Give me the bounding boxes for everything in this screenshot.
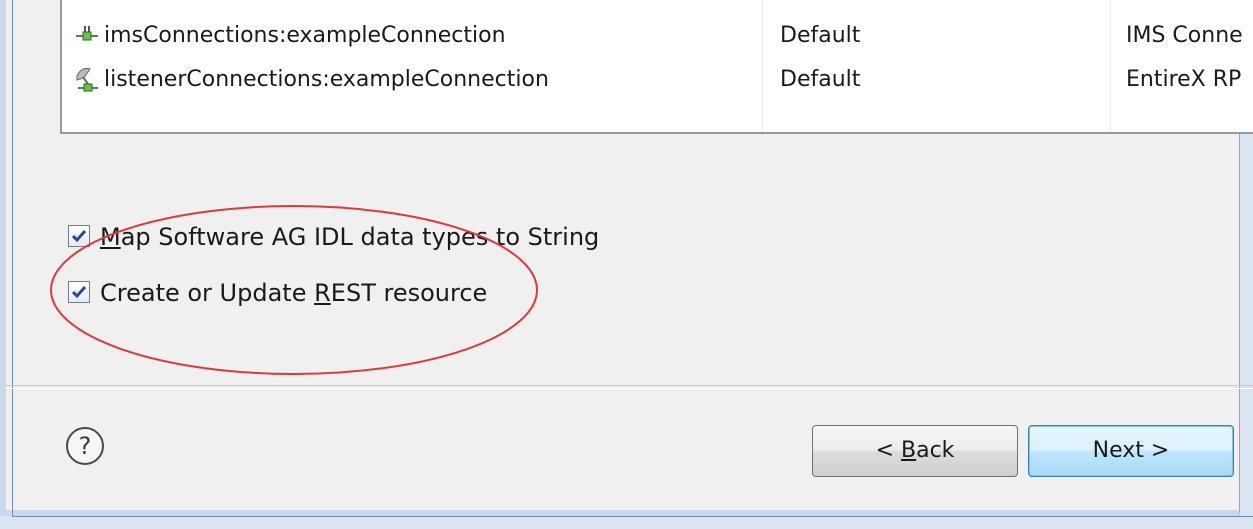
checkmark-icon — [71, 230, 87, 243]
button-bar-separator — [6, 385, 1253, 389]
map-idl-to-string-label: Map Software AG IDL data types to String — [100, 223, 600, 251]
connection-type-cell: Default — [780, 67, 861, 92]
next-button[interactable]: Next > — [1028, 425, 1234, 477]
satellite-listener-icon — [74, 66, 100, 92]
checkmark-icon — [71, 286, 87, 299]
table-row[interactable]: imsConnections:exampleConnection Default… — [62, 16, 1253, 56]
connection-description-cell: EntireX RP — [1126, 67, 1242, 92]
help-button[interactable]: ? — [64, 425, 106, 467]
back-button[interactable]: < Back — [812, 425, 1018, 477]
table-row[interactable]: listenerConnections:exampleConnection De… — [62, 60, 1253, 100]
create-rest-resource-checkbox[interactable] — [68, 281, 90, 303]
connection-type-cell: Default — [780, 23, 861, 48]
connection-description-cell: IMS Conne — [1126, 23, 1243, 48]
connections-table[interactable]: imsConnections:exampleConnection Default… — [60, 0, 1253, 134]
connection-name-cell: listenerConnections:exampleConnection — [104, 67, 549, 92]
connection-name-cell: imsConnections:exampleConnection — [104, 23, 506, 48]
plug-connection-icon — [74, 22, 100, 48]
help-icon: ? — [66, 427, 104, 465]
svg-text:?: ? — [79, 432, 92, 460]
map-idl-to-string-checkbox[interactable] — [68, 225, 90, 247]
create-rest-resource-label: Create or Update REST resource — [100, 279, 488, 307]
